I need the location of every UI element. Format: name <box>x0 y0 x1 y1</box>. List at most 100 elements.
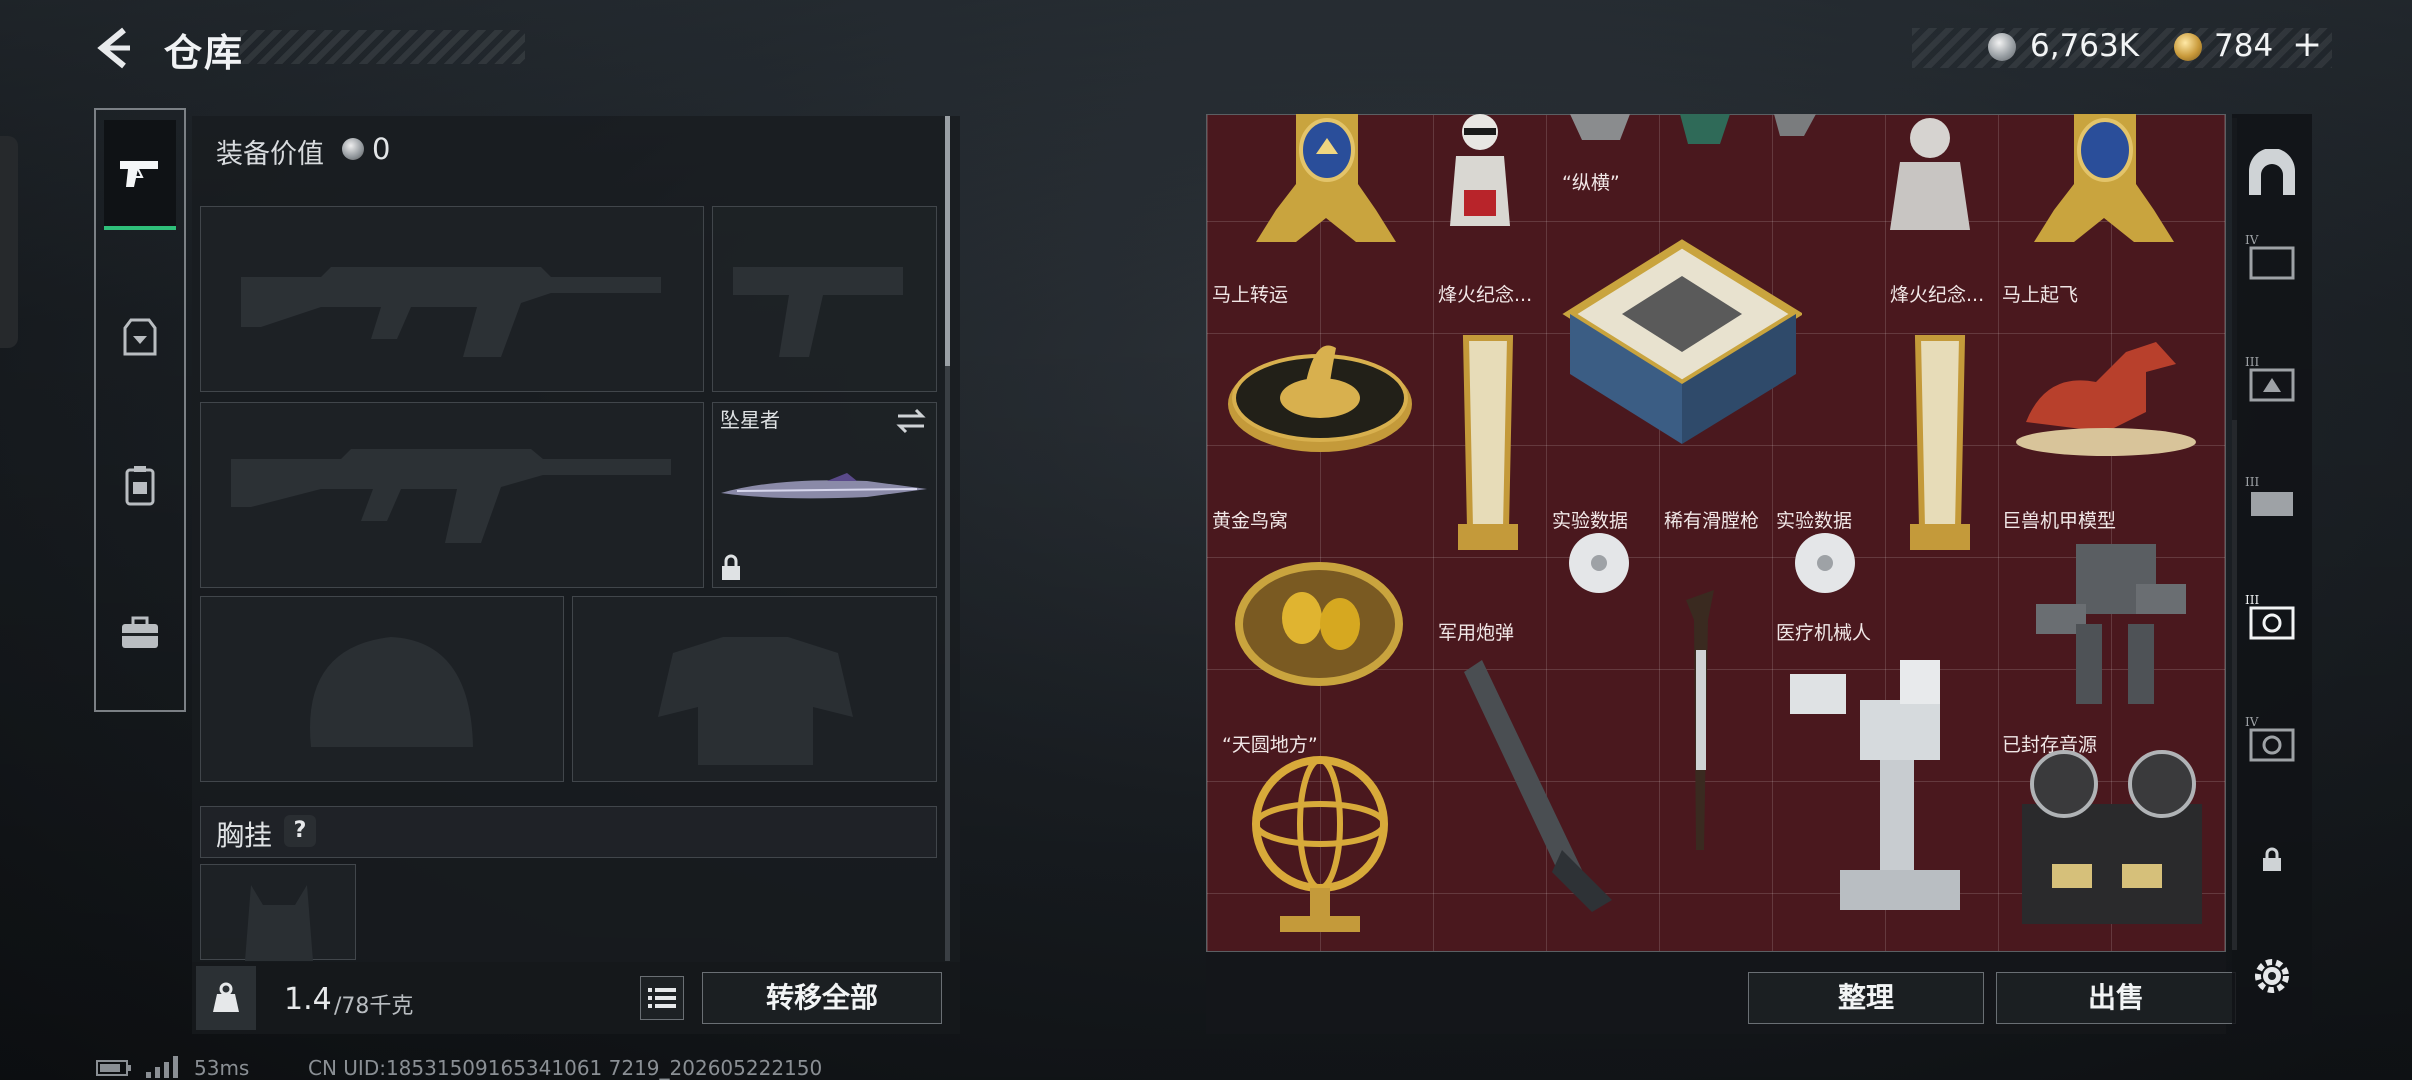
tab-storage-tier4[interactable]: IV <box>2240 214 2304 298</box>
helmet-silhouette-icon <box>310 637 473 747</box>
gold-amount: 784 <box>2214 28 2274 64</box>
knife-icon <box>721 473 927 499</box>
gold-coin-icon <box>2174 33 2202 61</box>
tier4-safe-icon: IV <box>2245 715 2295 762</box>
svg-text:IV: IV <box>2245 233 2259 247</box>
silver-coin-icon <box>1988 33 2016 61</box>
data-disc-item-icon[interactable] <box>1790 528 1860 598</box>
white-figurine-item-icon[interactable] <box>1880 114 1980 234</box>
item-label-mashang-qifei: 马上起飞 <box>2002 284 2079 306</box>
svg-text:III: III <box>2245 355 2259 369</box>
edge-handle[interactable] <box>0 136 18 348</box>
weight-icon <box>213 982 239 1012</box>
settings-gear-icon <box>2255 959 2289 993</box>
armillary-sphere-item-icon[interactable] <box>1240 750 1400 940</box>
item-label-mashang-zhuanyun: 马上转运 <box>1212 284 1289 306</box>
tier4-storage-icon: IV <box>2245 233 2295 280</box>
ping-value: 53ms <box>194 1056 250 1080</box>
trophy-item-icon[interactable] <box>2024 114 2184 264</box>
armor-icon <box>123 318 157 356</box>
tab-weapons[interactable] <box>104 120 176 230</box>
item-label-junyong-paodan: 军用炮弹 <box>1438 622 1515 644</box>
signal-icon <box>146 1056 178 1078</box>
chest-rig-help-button[interactable]: ? <box>284 815 316 847</box>
trophy-item-icon[interactable] <box>1246 114 1406 264</box>
body-armor-silhouette-icon <box>658 637 853 765</box>
mech-model-item-icon[interactable] <box>2016 524 2206 714</box>
tab-armor[interactable] <box>104 282 176 392</box>
item-label-huangjin-niaowo: 黄金鸟窝 <box>1212 510 1289 532</box>
primary-weapon-slot-1[interactable] <box>200 206 704 392</box>
figurine-item-icon[interactable] <box>1440 110 1520 230</box>
page-title: 仓库 <box>164 31 245 75</box>
pistol-icon <box>120 161 158 187</box>
memorial-trophy-item-icon[interactable] <box>1448 328 1528 558</box>
rifle-silhouette-icon <box>231 449 671 543</box>
handgun-silhouette-icon <box>733 267 903 357</box>
svg-text:III: III <box>2245 593 2259 607</box>
body-armor-slot[interactable] <box>572 596 937 782</box>
tab-case[interactable] <box>104 578 176 688</box>
title-stripe <box>240 30 525 64</box>
tab-storage-tier3[interactable]: III <box>2240 336 2304 420</box>
fortune-wheel-item-icon[interactable] <box>1220 312 1420 462</box>
item-label-xiyou-huatangqiang: 稀有滑膛枪 <box>1664 510 1760 532</box>
data-disc-item-icon[interactable] <box>1564 528 1634 598</box>
musket-item-icon[interactable] <box>1670 590 1730 860</box>
tier3-safe-icon: III <box>2245 593 2295 640</box>
backpack-icon <box>125 466 155 506</box>
sealed-audio-item-icon[interactable] <box>2012 744 2212 934</box>
chest-rig-label: 胸挂 <box>216 819 273 852</box>
svg-text:IV: IV <box>2245 715 2259 729</box>
tier3-case-icon: III <box>2245 475 2293 516</box>
helmet-slot[interactable] <box>200 596 564 782</box>
lock-icon <box>2263 847 2281 871</box>
lock-icon <box>722 554 740 580</box>
sort-button[interactable]: 整理 <box>1748 972 1984 1024</box>
silver-amount: 6,763K <box>2030 28 2140 64</box>
tab-backpack[interactable] <box>104 430 176 540</box>
memorial-trophy-item-icon[interactable] <box>1900 328 1980 558</box>
silver-coin-icon <box>342 138 364 160</box>
battery-icon <box>96 1060 131 1076</box>
equipment-value-amount: 0 <box>372 132 391 166</box>
tab-storage-tier3-case[interactable]: III <box>2240 456 2304 540</box>
sell-button[interactable]: 出售 <box>1996 972 2236 1024</box>
item-label-fenghuo-jinian-2: 烽火纪念... <box>1890 284 1985 306</box>
equipment-value-label: 装备价值 <box>216 139 324 170</box>
swap-icon[interactable] <box>896 408 926 434</box>
primary-weapon-slot-2[interactable] <box>200 402 704 588</box>
equipment-scroll-thumb[interactable] <box>945 116 950 366</box>
back-button[interactable] <box>92 24 140 72</box>
rifle-silhouette-icon <box>241 267 661 357</box>
list-view-button[interactable] <box>640 976 684 1020</box>
tab-locked[interactable] <box>2240 818 2304 902</box>
horse-item-icon[interactable] <box>2006 312 2206 462</box>
tab-storage-tier4-safe[interactable]: IV <box>2240 696 2304 780</box>
carry-weight-capacity: /78千克 <box>334 994 414 1019</box>
golden-nest-item-icon[interactable] <box>1234 534 1404 694</box>
tab-storage-main[interactable] <box>2240 132 2304 216</box>
list-icon <box>648 988 676 1008</box>
melee-weapon-name: 坠星者 <box>720 408 780 432</box>
artillery-shell-item-icon[interactable] <box>1452 650 1632 920</box>
user-uid: CN UID:18531509165341061 7219_2026052221… <box>308 1056 823 1080</box>
item-label-zongheng: “纵横” <box>1562 172 1620 194</box>
chess-set-item-icon[interactable] <box>1562 204 1802 464</box>
back-arrow-icon <box>97 27 130 69</box>
carry-weight-value: 1.4 <box>284 982 332 1017</box>
medical-robot-item-icon[interactable] <box>1780 660 1980 920</box>
sidearm-slot[interactable] <box>712 206 937 392</box>
item-label-yiliao-jixieren: 医疗机械人 <box>1776 622 1872 644</box>
transfer-all-button[interactable]: 转移全部 <box>702 972 942 1024</box>
chest-rig-slot[interactable] <box>200 864 356 961</box>
storage-arch-icon <box>2249 149 2295 195</box>
rock-item-icon <box>1570 114 1816 144</box>
settings-button[interactable] <box>2240 934 2304 1018</box>
add-gold-button[interactable]: + <box>2292 24 2322 65</box>
tier3-storage-icon: III <box>2245 355 2295 402</box>
chest-rig-silhouette-icon <box>245 885 313 961</box>
tab-storage-tier3-safe[interactable]: III <box>2240 574 2304 658</box>
weight-icon-box <box>196 966 256 1030</box>
toolbox-icon <box>122 616 158 648</box>
